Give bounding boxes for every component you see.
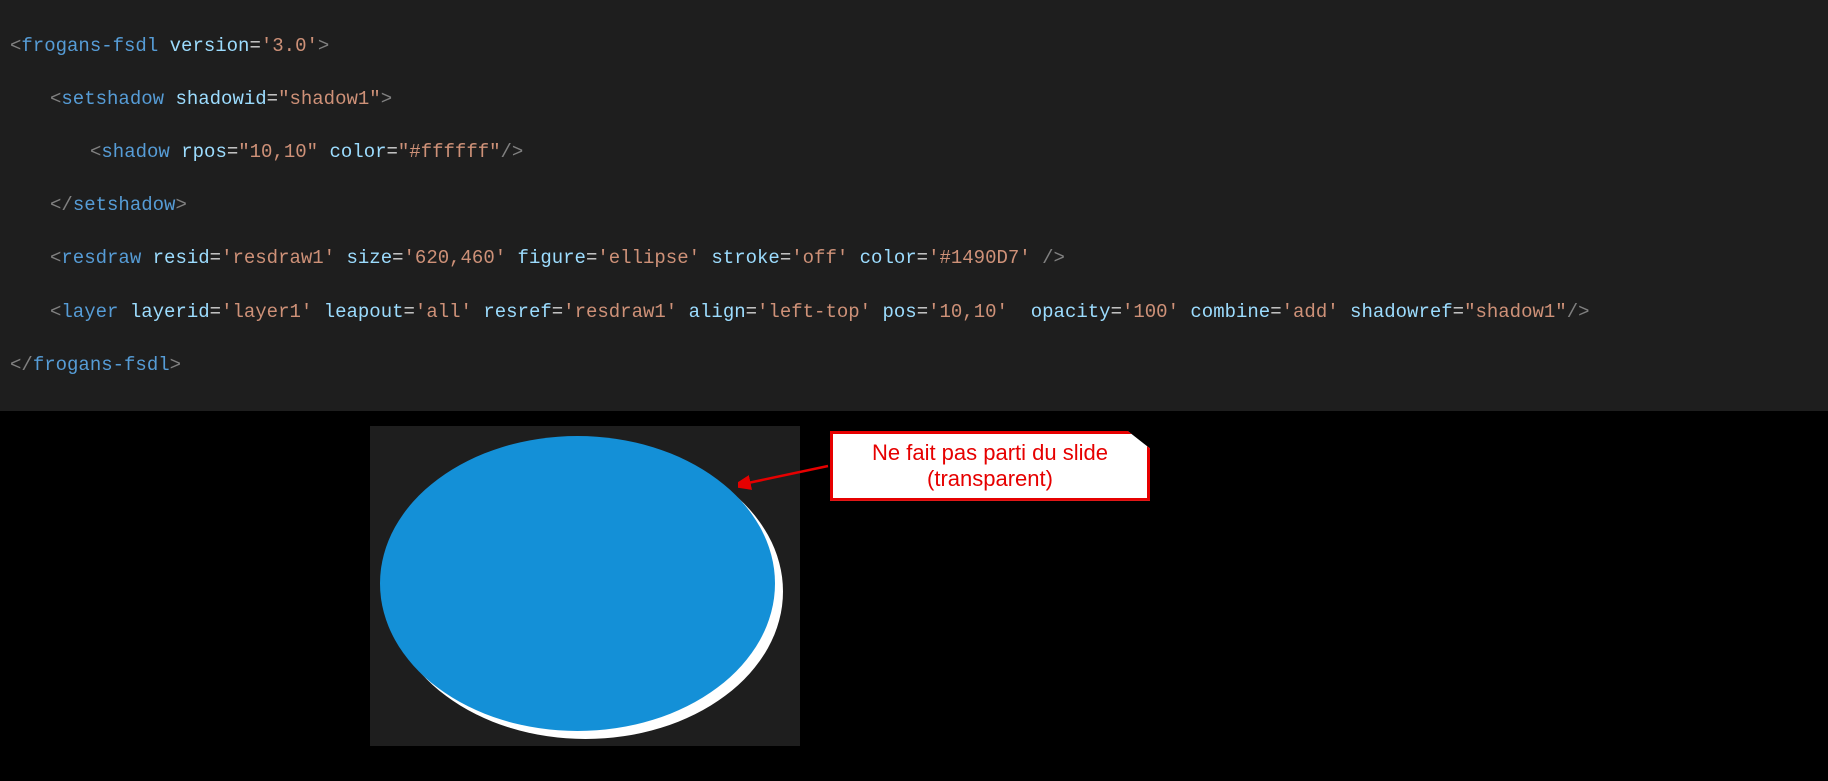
- code-line: </setshadow>: [10, 192, 1818, 219]
- code-line: <shadow rpos="10,10" color="#ffffff"/>: [10, 139, 1818, 166]
- main-ellipse: [380, 436, 775, 731]
- code-line: <layer layerid='layer1' leapout='all' re…: [10, 299, 1818, 326]
- render-preview: [370, 426, 800, 746]
- code-line: <frogans-fsdl version='3.0'>: [10, 33, 1818, 60]
- code-line: <resdraw resid='resdraw1' size='620,460'…: [10, 245, 1818, 272]
- preview-area: Ne fait pas parti du slide (transparent): [0, 411, 1828, 781]
- annotation-callout: Ne fait pas parti du slide (transparent): [830, 431, 1150, 501]
- code-line: </frogans-fsdl>: [10, 352, 1818, 379]
- code-line: <setshadow shadowid="shadow1">: [10, 86, 1818, 113]
- code-editor[interactable]: <frogans-fsdl version='3.0'> <setshadow …: [0, 0, 1828, 411]
- callout-text-line2: (transparent): [833, 466, 1147, 492]
- callout-text-line1: Ne fait pas parti du slide: [833, 440, 1147, 466]
- arrow-icon: [738, 461, 838, 491]
